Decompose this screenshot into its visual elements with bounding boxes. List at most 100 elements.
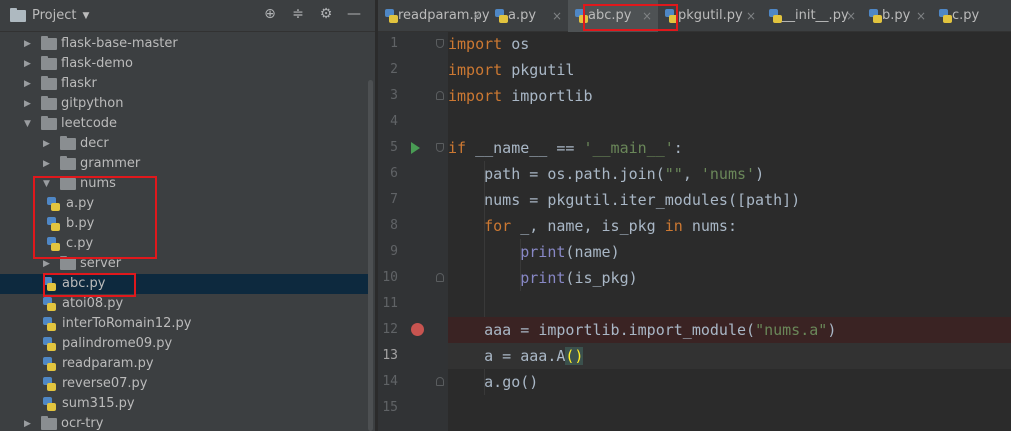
close-icon[interactable]: ×: [552, 0, 562, 32]
folder-icon: [60, 136, 76, 150]
close-icon[interactable]: ×: [916, 0, 926, 32]
tree-folder[interactable]: ▶ flask-base-master: [0, 34, 368, 54]
folder-icon: [41, 36, 57, 50]
editor-tab[interactable]: readparam.py ×: [378, 0, 490, 32]
code-line[interactable]: print(name): [448, 239, 1011, 265]
chevron-right-icon[interactable]: ▶: [43, 154, 53, 174]
code-text: ([: [727, 191, 747, 209]
code-line[interactable]: [448, 291, 1011, 317]
tree-folder[interactable]: ▶ gitpython: [0, 94, 368, 114]
tree-file[interactable]: sum315.py: [0, 394, 368, 414]
tree-file[interactable]: interToRomain12.py: [0, 314, 368, 334]
chevron-right-icon[interactable]: ▶: [24, 54, 34, 74]
project-view-selector[interactable]: Project ▼: [10, 7, 89, 23]
tree-item-label: flask-demo: [61, 56, 134, 71]
code-text: =: [493, 347, 521, 365]
tree-item-label: grammer: [80, 156, 141, 171]
code-line[interactable]: import os: [448, 31, 1011, 57]
tree-item-label: atoi08.py: [62, 296, 124, 311]
tab-label: __init__.py: [782, 8, 849, 23]
tree-folder[interactable]: ▶ flask-demo: [0, 54, 368, 74]
code-string: "nums.a": [755, 321, 828, 339]
code-keyword: import: [448, 87, 503, 105]
tree-folder[interactable]: ▶ decr: [0, 134, 368, 154]
code-line[interactable]: a = aaa.A(): [448, 343, 1011, 369]
editor-tab[interactable]: __init__.py ×: [762, 0, 862, 32]
code-line[interactable]: nums = pkgutil.iter_modules([path]): [448, 187, 1011, 213]
code-line[interactable]: print(is_pkg): [448, 265, 1011, 291]
run-icon[interactable]: [411, 142, 420, 154]
editor-tab[interactable]: b.py ×: [862, 0, 932, 32]
fold-marker-icon[interactable]: [436, 377, 444, 386]
code-text: =: [520, 191, 548, 209]
python-file-icon: [868, 8, 882, 24]
gear-icon[interactable]: ⚙: [317, 6, 335, 22]
line-number: 1: [390, 36, 398, 51]
tree-folder[interactable]: ▶ flaskr: [0, 74, 368, 94]
tree-item-label: palindrome09.py: [62, 336, 173, 351]
fold-marker-icon[interactable]: [436, 273, 444, 282]
tree-file[interactable]: palindrome09.py: [0, 334, 368, 354]
code-text: path: [484, 165, 521, 183]
tree-file[interactable]: readparam.py: [0, 354, 368, 374]
code-line[interactable]: import pkgutil: [448, 57, 1011, 83]
code-text: (): [520, 373, 539, 391]
line-number: 3: [390, 88, 398, 103]
chevron-right-icon[interactable]: ▶: [43, 134, 53, 154]
code-text: iter_modules: [619, 191, 728, 209]
project-scrollbar[interactable]: [368, 80, 373, 431]
chevron-right-icon[interactable]: ▶: [24, 94, 34, 114]
close-icon[interactable]: ×: [746, 0, 756, 32]
fold-marker-icon[interactable]: [436, 143, 444, 152]
tree-item-label: gitpython: [61, 96, 124, 111]
code-line[interactable]: [448, 395, 1011, 421]
target-icon[interactable]: ⊕: [261, 6, 279, 22]
tree-file[interactable]: atoi08.py: [0, 294, 368, 314]
editor-tab[interactable]: c.py: [932, 0, 982, 32]
code-keyword: import: [448, 35, 503, 53]
tree-folder[interactable]: ▼ leetcode: [0, 114, 368, 134]
chevron-down-icon[interactable]: ▼: [82, 11, 89, 21]
folder-icon: [41, 96, 57, 110]
tree-folder[interactable]: ▶ ocr-try: [0, 414, 368, 431]
fold-marker-icon[interactable]: [436, 39, 444, 48]
python-file-icon: [42, 356, 56, 372]
code-line[interactable]: import importlib: [448, 83, 1011, 109]
code-keyword: if: [448, 139, 467, 157]
collapse-icon[interactable]: ≑: [289, 6, 307, 22]
close-icon[interactable]: ×: [472, 0, 482, 32]
code-builtin: print: [520, 243, 566, 261]
project-panel: Project ▼ ⊕ ≑ ⚙ — ▶ flask-base-master ▶ fla…: [0, 0, 375, 431]
code-line[interactable]: if __name__ == '__main__':: [448, 135, 1011, 161]
tree-item-label: ocr-try: [61, 416, 104, 431]
code-line[interactable]: aaa = importlib.import_module("nums.a"): [448, 317, 1011, 343]
editor-tab[interactable]: a.py ×: [488, 0, 568, 32]
editor-gutter[interactable]: 1 2 3 4 5 6 7 8 9 10 11 12 13 14 15: [378, 32, 448, 431]
code-string: 'nums': [700, 165, 756, 183]
hide-icon[interactable]: —: [345, 6, 363, 22]
chevron-right-icon[interactable]: ▶: [24, 414, 34, 431]
code-line[interactable]: [448, 109, 1011, 135]
chevron-right-icon[interactable]: ▶: [24, 34, 34, 54]
chevron-down-icon[interactable]: ▼: [24, 114, 34, 134]
code-line[interactable]: path = os.path.join("", 'nums'): [448, 161, 1011, 187]
code-text: join: [619, 165, 656, 183]
close-icon[interactable]: ×: [846, 0, 856, 32]
tree-file[interactable]: reverse07.py: [0, 374, 368, 394]
tab-label: c.py: [952, 8, 980, 23]
breakpoint-icon[interactable]: [411, 323, 424, 336]
code-text: nums: [484, 191, 521, 209]
line-number: 10: [382, 270, 398, 285]
fold-marker-icon[interactable]: [436, 91, 444, 100]
code-text: pkgutil: [547, 191, 611, 209]
tree-folder[interactable]: ▶ grammer: [0, 154, 368, 174]
code-editor[interactable]: import os import pkgutil import importlib i…: [448, 32, 1011, 431]
code-line[interactable]: a.go(): [448, 369, 1011, 395]
code-line[interactable]: for _, name, is_pkg in nums:: [448, 213, 1011, 239]
chevron-right-icon[interactable]: ▶: [24, 74, 34, 94]
